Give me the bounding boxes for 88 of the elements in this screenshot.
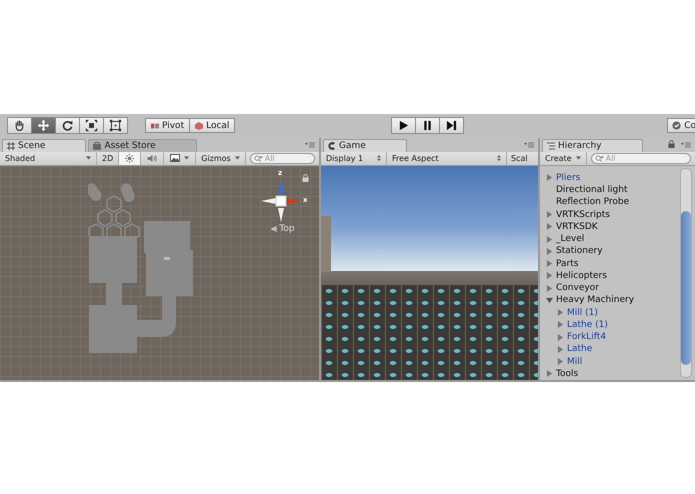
aspect-dropdown[interactable]: Free Aspect [387,152,507,165]
hierarchy-item[interactable]: Conveyor [556,283,599,294]
hierarchy-item[interactable]: Directional light [556,185,628,196]
check-circle-icon [672,121,682,130]
panel-menu-icon[interactable] [524,142,534,148]
hierarchy-item[interactable]: Reflection Probe [556,197,630,208]
scale-label: Scal [510,154,528,163]
game-icon [328,142,336,150]
hand-tool-button[interactable] [7,117,32,134]
perspective-icon [271,226,278,232]
expand-arrow-icon[interactable] [557,358,564,366]
up-down-caret-icon [497,155,501,162]
image-icon [170,154,180,162]
local-button[interactable]: Local [189,118,236,134]
hierarchy-item[interactable]: Lathe [567,344,592,354]
hierarchy-item[interactable]: Heavy Machinery [556,295,634,306]
search-field[interactable]: All [250,152,315,164]
expand-arrow-icon[interactable] [546,296,553,304]
play-button[interactable] [391,117,416,134]
expand-arrow-icon[interactable] [546,223,553,230]
caret-icon [576,156,581,160]
up-down-caret-icon [377,155,381,162]
move-tool-button[interactable] [31,117,56,134]
lock-icon[interactable] [668,140,675,148]
caret-icon [86,156,91,160]
cube-icon [195,122,204,130]
pivot-icon [151,122,159,130]
panel-tab[interactable]: Scene [2,138,86,152]
play-icon [398,120,410,132]
speaker-icon [147,154,158,163]
panel-menu-icon[interactable] [305,142,315,148]
expand-arrow-icon[interactable] [546,248,553,255]
hierarchy-item[interactable]: Pliers [556,172,580,183]
shading-dropdown[interactable]: Shaded [0,152,97,165]
hand-icon [13,119,26,132]
step-icon [446,120,458,132]
lock-icon[interactable] [302,174,309,182]
rotate-arrow-icon [61,119,74,132]
step-button[interactable] [439,117,464,134]
create-dropdown[interactable]: Create [540,152,587,165]
scrollbar[interactable] [680,168,692,378]
expand-arrow-icon[interactable] [557,334,564,341]
expand-arrow-icon[interactable] [546,236,553,243]
rect-tool-button[interactable] [103,117,128,134]
expand-arrow-icon[interactable] [557,321,564,328]
expand-arrow-icon[interactable] [546,174,553,182]
panel-tab[interactable]: Asset Store [88,138,197,152]
grid-icon [7,142,15,150]
hierarchy-item[interactable]: Mill [567,356,582,367]
display-dropdown[interactable]: Display 1 [321,152,387,165]
rect-transform-icon [109,119,122,132]
hierarchy-item[interactable]: VRTKSDK [556,222,598,232]
scale-tool-button[interactable] [79,117,104,134]
search-field[interactable]: All [590,152,691,164]
expand-arrow-icon[interactable] [546,260,553,268]
pause-button[interactable] [415,117,440,134]
expand-arrow-icon[interactable] [557,346,564,353]
expand-arrow-icon[interactable] [546,284,553,292]
hierarchy-item[interactable]: Stationery [556,246,603,256]
hierarchy-item[interactable]: Lathe (1) [567,320,608,330]
expand-arrow-icon[interactable] [557,309,564,316]
move-arrows-icon [37,119,50,132]
caret-icon [184,156,190,160]
gizmos-dropdown[interactable]: Gizmos [196,152,246,165]
hierarchy-item[interactable]: Tools [556,368,578,379]
expand-arrow-icon[interactable] [546,211,553,218]
view-label[interactable]: Top [279,224,295,234]
expand-arrow-icon[interactable] [546,272,553,280]
hierarchy-item[interactable]: ForkLift4 [567,332,606,342]
lighting-toggle[interactable] [119,152,142,165]
panel-tab[interactable]: Hierarchy [542,138,643,152]
panel-tab[interactable]: Game [323,138,407,152]
hierarchy-item[interactable]: VRTKScripts [556,210,610,220]
pause-icon [422,120,434,132]
bag-icon [93,142,102,150]
hierarchy-item[interactable]: Parts [556,258,578,269]
rotate-tool-button[interactable] [55,117,80,134]
panel-menu-icon[interactable] [681,142,691,148]
hierarchy-item[interactable]: Helicopters [556,270,607,281]
expand-arrow-icon[interactable] [546,370,553,378]
sun-icon [125,154,134,163]
list-icon [547,142,555,150]
caret-icon [234,156,240,160]
scrollbar-thumb[interactable] [681,210,691,365]
scale-icon [85,119,98,132]
hierarchy-item[interactable]: Mill (1) [567,308,598,318]
hierarchy-item[interactable]: _Level [556,234,584,244]
pivot-button[interactable]: Pivot [145,118,190,134]
